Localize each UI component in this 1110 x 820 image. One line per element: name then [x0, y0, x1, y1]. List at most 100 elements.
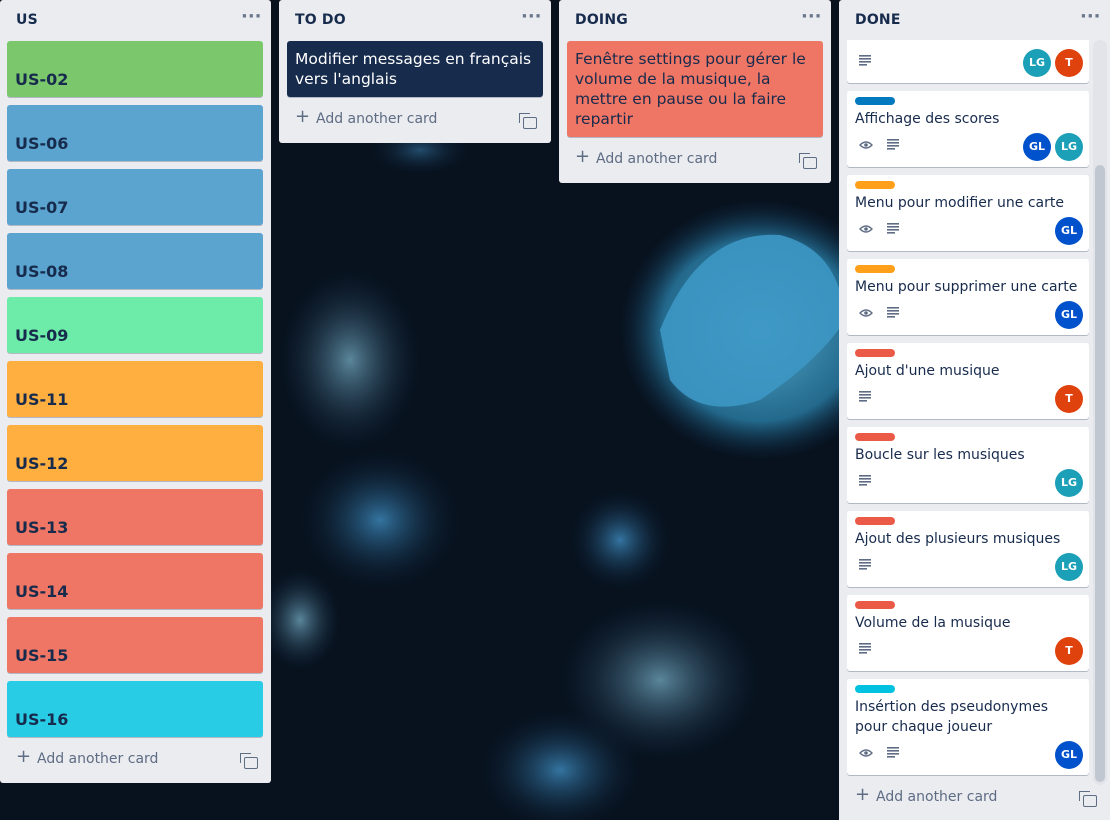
card-fenetre-settings[interactable]: Fenêtre settings pour gérer le volume de… — [567, 41, 823, 137]
card-us-06[interactable]: US-06 — [7, 105, 263, 161]
done-card-scroll-area[interactable]: LG T Affichage des scores GL LG Menu pou… — [839, 40, 1093, 780]
add-card-label: Add another card — [876, 789, 998, 805]
card-template-icon[interactable] — [519, 113, 537, 129]
card-label[interactable] — [855, 517, 895, 525]
list-menu-icon[interactable]: ··· — [521, 8, 542, 32]
member-avatar[interactable]: T — [1055, 385, 1083, 413]
list-menu-icon[interactable]: ··· — [1080, 8, 1101, 32]
card-us-16[interactable]: US-16 — [7, 681, 263, 737]
description-icon — [859, 391, 871, 402]
card-template-icon[interactable] — [240, 753, 258, 769]
list-header[interactable]: TO DO ··· — [279, 0, 551, 40]
member-avatar[interactable]: LG — [1023, 49, 1051, 77]
description-icon — [859, 643, 871, 654]
card-label[interactable] — [855, 601, 895, 609]
member-avatar[interactable]: T — [1055, 49, 1083, 77]
list-title[interactable]: DOING — [575, 12, 628, 28]
list-title[interactable]: TO DO — [295, 12, 346, 28]
list-menu-icon[interactable]: ··· — [801, 8, 822, 32]
card-title: US-13 — [15, 518, 69, 537]
member-avatar[interactable]: GL — [1055, 217, 1083, 245]
card-title: Menu pour supprimer une carte — [855, 279, 1078, 295]
card-title: Modifier messages en français vers l'ang… — [295, 50, 532, 88]
done-card[interactable]: Boucle sur les musiques LG — [847, 427, 1089, 503]
description-icon — [859, 55, 871, 66]
member-avatar[interactable]: GL — [1055, 741, 1083, 769]
member-avatar[interactable]: GL — [1023, 133, 1051, 161]
list-us: US ··· US-02 US-06 US-07 US-08 US-09 US-… — [0, 0, 271, 783]
card-label[interactable] — [855, 349, 895, 357]
done-scrollbar-thumb[interactable] — [1095, 165, 1105, 782]
card-us-13[interactable]: US-13 — [7, 489, 263, 545]
add-card-label: Add another card — [37, 751, 159, 767]
card-title: Ajout d'une musique — [855, 363, 1000, 379]
card-title: Affichage des scores — [855, 111, 1000, 127]
card-title: US-15 — [15, 646, 69, 665]
card-title: Insértion des pseudonymes pour chaque jo… — [855, 699, 1048, 735]
done-card[interactable]: LG T — [847, 40, 1089, 83]
watch-eye-icon — [859, 141, 873, 149]
description-icon — [887, 223, 899, 234]
card-us-15[interactable]: US-15 — [7, 617, 263, 673]
member-avatar[interactable]: LG — [1055, 133, 1083, 161]
card-title: US-09 — [15, 326, 69, 345]
list-header[interactable]: DONE ··· — [839, 0, 1110, 40]
card-title: Volume de la musique — [855, 615, 1011, 631]
card-title: Menu pour modifier une carte — [855, 195, 1064, 211]
member-avatar[interactable]: T — [1055, 637, 1083, 665]
card-label[interactable] — [855, 433, 895, 441]
card-title: Boucle sur les musiques — [855, 447, 1025, 463]
list-title[interactable]: US — [16, 12, 38, 28]
description-icon — [887, 307, 899, 318]
list-header[interactable]: DOING ··· — [559, 0, 831, 40]
plus-icon: + — [575, 146, 591, 167]
card-us-08[interactable]: US-08 — [7, 233, 263, 289]
list-title[interactable]: DONE — [855, 12, 901, 28]
card-template-icon[interactable] — [1079, 791, 1097, 807]
add-card-button[interactable]: + Add another card — [8, 746, 228, 774]
card-title: US-11 — [15, 390, 69, 409]
done-card[interactable]: Menu pour modifier une carte GL — [847, 175, 1089, 251]
done-card[interactable]: Ajout des plusieurs musiques LG — [847, 511, 1089, 587]
card-template-icon[interactable] — [799, 153, 817, 169]
add-card-button[interactable]: + Add another card — [567, 146, 787, 174]
add-card-label: Add another card — [316, 111, 438, 127]
card-label[interactable] — [855, 181, 895, 189]
card-us-14[interactable]: US-14 — [7, 553, 263, 609]
card-us-07[interactable]: US-07 — [7, 169, 263, 225]
list-header[interactable]: US ··· — [0, 0, 271, 40]
card-title: US-14 — [15, 582, 69, 601]
card-us-11[interactable]: US-11 — [7, 361, 263, 417]
card-title: US-07 — [15, 198, 69, 217]
list-doing: DOING ··· Fenêtre settings pour gérer le… — [559, 0, 831, 183]
watch-eye-icon — [859, 309, 873, 317]
card-label[interactable] — [855, 97, 895, 105]
watch-eye-icon — [859, 225, 873, 233]
plus-icon: + — [295, 106, 311, 127]
card-modifier-messages[interactable]: Modifier messages en français vers l'ang… — [287, 41, 543, 97]
card-us-09[interactable]: US-09 — [7, 297, 263, 353]
card-title: Ajout des plusieurs musiques — [855, 531, 1061, 547]
done-card[interactable]: Ajout d'une musique T — [847, 343, 1089, 419]
description-icon — [859, 475, 871, 486]
card-label[interactable] — [855, 685, 895, 693]
member-avatar[interactable]: LG — [1055, 553, 1083, 581]
card-label[interactable] — [855, 265, 895, 273]
done-card[interactable]: Insértion des pseudonymes pour chaque jo… — [847, 679, 1089, 775]
done-card[interactable]: Volume de la musique T — [847, 595, 1089, 671]
add-card-button[interactable]: + Add another card — [847, 784, 1067, 812]
list-menu-icon[interactable]: ··· — [241, 8, 262, 32]
done-card[interactable]: Affichage des scores GL LG — [847, 91, 1089, 167]
card-title: US-06 — [15, 134, 69, 153]
card-us-12[interactable]: US-12 — [7, 425, 263, 481]
done-card[interactable]: Menu pour supprimer une carte GL — [847, 259, 1089, 335]
add-card-button[interactable]: + Add another card — [287, 106, 507, 134]
description-icon — [887, 747, 899, 758]
watch-eye-icon — [859, 749, 873, 757]
member-avatar[interactable]: LG — [1055, 469, 1083, 497]
card-title: US-12 — [15, 454, 69, 473]
add-card-label: Add another card — [596, 151, 718, 167]
member-avatar[interactable]: GL — [1055, 301, 1083, 329]
description-icon — [887, 139, 899, 150]
card-us-02[interactable]: US-02 — [7, 41, 263, 97]
